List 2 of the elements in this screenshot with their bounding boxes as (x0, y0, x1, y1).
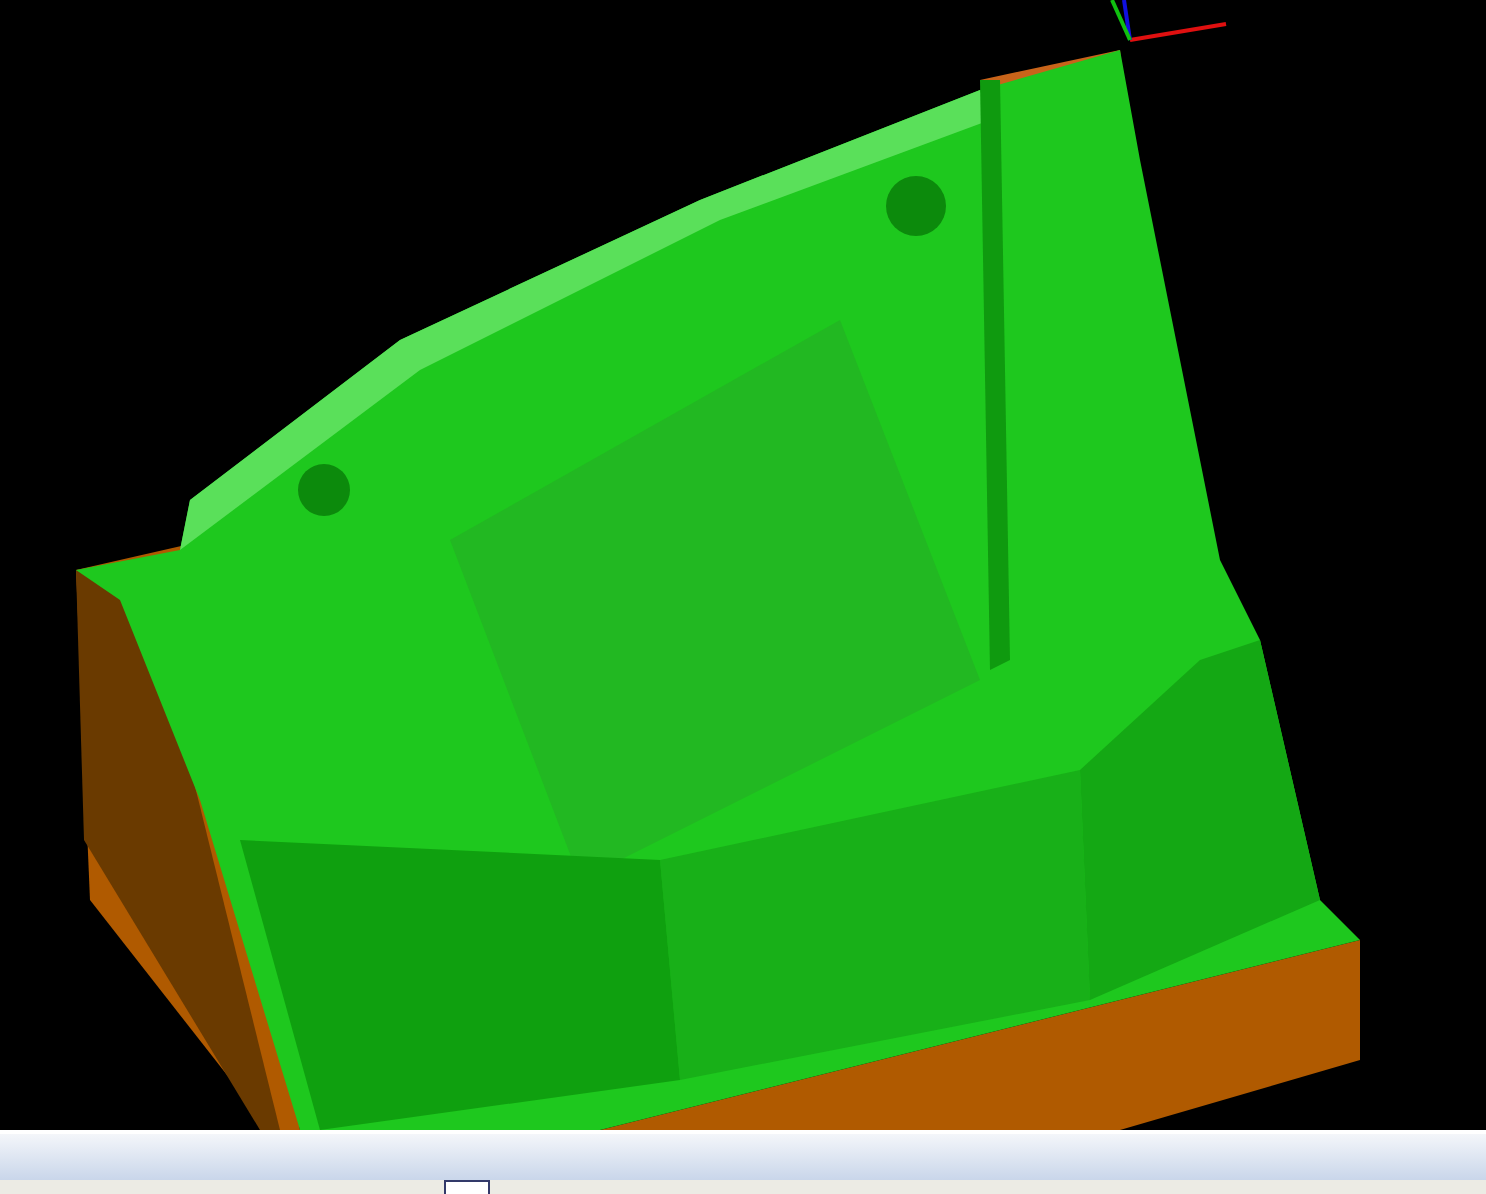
status-field (444, 1180, 490, 1194)
axis-triad-icon (1110, 0, 1227, 42)
